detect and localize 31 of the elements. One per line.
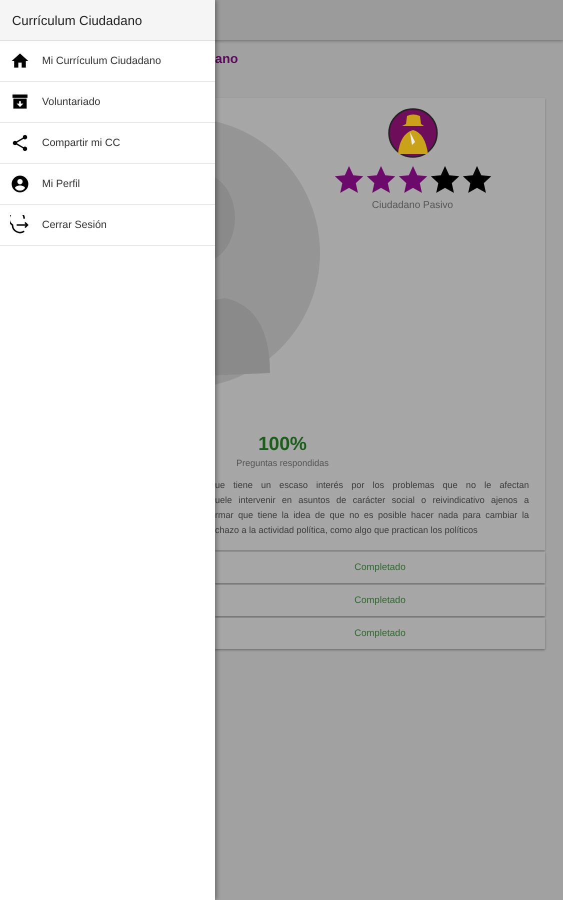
- star-icon: [460, 164, 492, 196]
- star-icon: [364, 164, 396, 196]
- share-icon: [10, 133, 30, 153]
- progress-label: Preguntas respondidas: [236, 458, 329, 468]
- drawer-item[interactable]: Compartir mi CC: [0, 123, 215, 164]
- page-title: ano: [215, 50, 238, 66]
- drawer-item-label: Mi Perfil: [42, 178, 80, 190]
- drawer-item[interactable]: Voluntariado: [0, 82, 215, 123]
- description-line: chazo a la actividad política, como algo que practican los políticos: [215, 524, 479, 537]
- star-icon: [428, 164, 460, 196]
- account-icon: [10, 174, 30, 194]
- drawer-item[interactable]: Mi Currículum Ciudadano: [0, 41, 215, 82]
- drawer-item-label: Cerrar Sesión: [42, 219, 107, 231]
- description-line: ue tiene un escaso interés por los problemas que no le afectan: [215, 479, 529, 492]
- status-text: Completado: [354, 562, 406, 573]
- detective-badge-icon: [388, 108, 438, 158]
- level-name: Ciudadano Pasivo: [372, 200, 454, 211]
- description-line: rmar que tiene la idea de que no es posible hacer nada para cambiar la: [215, 509, 529, 522]
- star-icon: [332, 164, 364, 196]
- drawer-item-label: Mi Currículum Ciudadano: [42, 55, 162, 67]
- logout-icon: [10, 215, 30, 235]
- drawer-title: Currículum Ciudadano: [0, 0, 215, 41]
- star-icon: [396, 164, 428, 196]
- progress-percent: 100%: [258, 434, 307, 456]
- drawer-item-label: Voluntariado: [42, 96, 100, 108]
- status-text: Completado: [354, 628, 406, 639]
- drawer-item[interactable]: Cerrar Sesión: [0, 205, 215, 246]
- drawer-item-label: Compartir mi CC: [42, 137, 120, 149]
- drawer-item[interactable]: Mi Perfil: [0, 164, 215, 205]
- status-text: Completado: [354, 595, 406, 606]
- description-line: uele intervenir en asuntos de carácter social o reivindicativo ajenos a: [215, 494, 529, 507]
